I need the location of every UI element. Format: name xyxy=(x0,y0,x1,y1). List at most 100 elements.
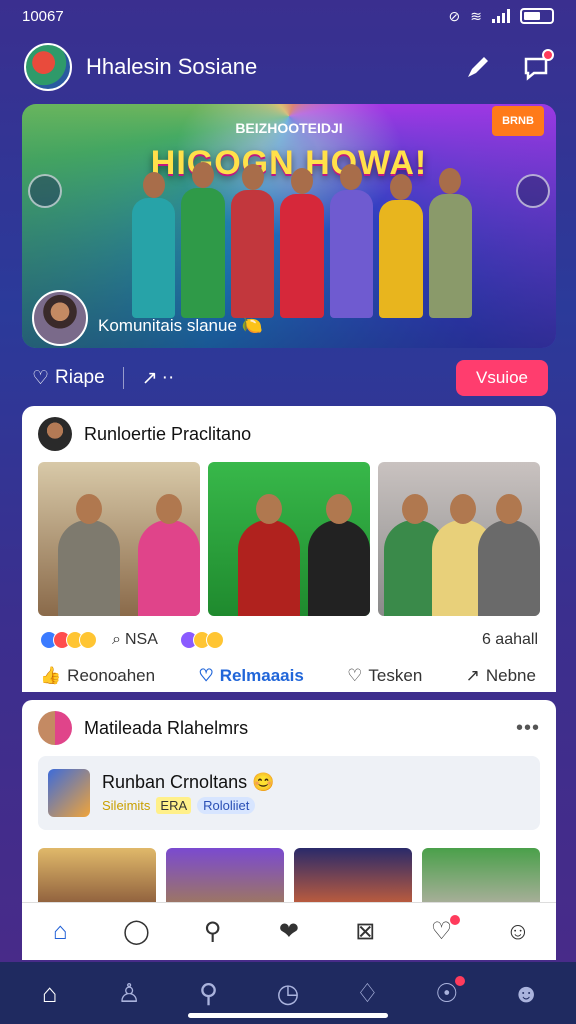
nav-search[interactable]: ⚲ xyxy=(189,978,229,1009)
post-thumbnail[interactable] xyxy=(294,848,412,908)
post-author[interactable]: Runloertie Praclitano xyxy=(84,424,251,445)
mute-icon: ⊘ xyxy=(448,7,461,24)
tab-home[interactable]: ⌂ xyxy=(40,918,80,946)
post-action-3[interactable]: ↗ Nebne xyxy=(466,666,536,686)
group-tags: Sileimits ERA Rololiiet xyxy=(102,797,275,814)
avatar[interactable] xyxy=(38,417,72,451)
heart-outline-icon: ♡ xyxy=(32,367,50,389)
post-photo[interactable] xyxy=(378,462,540,616)
thumbs-up-icon: 👍 xyxy=(40,666,62,685)
like-button[interactable]: ♡ Riape xyxy=(32,367,105,390)
post-photo[interactable] xyxy=(38,462,200,616)
post-thumbnail-strip xyxy=(22,830,556,908)
nav-profile[interactable]: ☻ xyxy=(506,978,546,1009)
post-header: Runloertie Praclitano xyxy=(22,406,556,462)
hero-avatar[interactable] xyxy=(32,290,88,346)
app-logo[interactable] xyxy=(24,43,72,91)
pen-icon xyxy=(468,57,488,77)
app-header: Hhalesin Sosiane xyxy=(0,38,576,96)
post-actions: 👍 Reonoahen ♡ Relmaaais ♡ Tesken ↗ Nebne xyxy=(22,654,556,686)
reaction-label: NSA xyxy=(124,631,158,648)
nav-history[interactable]: ◷ xyxy=(268,978,308,1009)
post-thumbnail[interactable] xyxy=(166,848,284,908)
reaction-count: 6 aahall xyxy=(481,631,538,648)
tab-search[interactable]: ⚲ xyxy=(193,917,233,946)
post-action-label: Relmaaais xyxy=(219,666,304,685)
cta-button[interactable]: Vsuioe xyxy=(456,360,548,396)
header-actions xyxy=(462,49,554,83)
group-tag: Rololiiet xyxy=(197,797,256,814)
home-indicator[interactable] xyxy=(188,1013,388,1018)
search-icon: ⚲ xyxy=(199,977,219,1008)
nav-people[interactable]: ♙ xyxy=(109,978,149,1009)
compose-button[interactable] xyxy=(462,51,494,83)
prev-arrow-icon[interactable] xyxy=(28,174,62,208)
status-icons: ⊘ ≋ xyxy=(449,8,554,25)
puzzle-icon: ⊠ xyxy=(355,918,376,945)
group-preview[interactable]: Runban Crnoltans 😊 Sileimits ERA Rololii… xyxy=(38,756,540,830)
hero-group-photo xyxy=(132,168,472,318)
signal-icon xyxy=(492,9,510,23)
next-arrow-icon[interactable] xyxy=(516,174,550,208)
search-icon: ⚲ xyxy=(203,918,222,945)
hero-person xyxy=(181,188,225,318)
reaction-emojis-icon[interactable] xyxy=(40,631,97,649)
post-action-0[interactable]: 👍 Reonoahen xyxy=(40,666,155,686)
post-photo[interactable] xyxy=(208,462,370,616)
messages-button[interactable] xyxy=(520,49,554,83)
reaction-summary: ⌕ NSA 6 aahall xyxy=(22,616,556,654)
post-action-label: Tesken xyxy=(368,666,423,685)
group-text: Runban Crnoltans 😊 Sileimits ERA Rololii… xyxy=(102,772,275,814)
tab-favorites[interactable]: ❤ xyxy=(269,917,309,946)
notification-dot xyxy=(542,49,554,61)
post-action-2[interactable]: ♡ Tesken xyxy=(347,666,422,686)
hero-subheadline: BEIZHOOTEIDJI xyxy=(235,120,343,136)
hero-person xyxy=(329,190,374,318)
tab-profile[interactable]: ☺ xyxy=(498,918,538,946)
group-tag: ERA xyxy=(156,797,192,814)
post-header: Matileada Rlahelmrs ••• xyxy=(22,700,556,756)
group-title: Runban Crnoltans 😊 xyxy=(102,772,275,792)
heart-icon: ♡ xyxy=(198,666,214,685)
post-thumbnail[interactable] xyxy=(38,848,156,908)
post-action-1[interactable]: ♡ Relmaaais xyxy=(198,666,303,686)
app-tab-bar: ⌂ ◯ ⚲ ❤ ⊠ ♡ ☺ xyxy=(22,902,556,960)
post-photo-gallery xyxy=(22,462,556,616)
status-bar: 10067 ⊘ ≋ xyxy=(0,0,576,32)
nav-bell[interactable]: ♢ xyxy=(347,978,387,1009)
tab-games[interactable]: ⊠ xyxy=(345,917,385,946)
like-label: Riape xyxy=(55,367,105,388)
photo-person xyxy=(138,520,200,616)
share-icon: ↗ xyxy=(141,367,158,389)
divider xyxy=(122,367,124,389)
nav-home[interactable]: ⌂ xyxy=(30,978,70,1009)
hero-person xyxy=(379,200,423,318)
tab-chat[interactable]: ◯ xyxy=(116,917,156,946)
heart-icon: ❤ xyxy=(278,918,300,945)
comment-icon: ⌕ xyxy=(112,631,121,648)
notification-dot xyxy=(454,975,465,986)
battery-icon xyxy=(520,8,554,24)
heart-outline-icon: ♡ xyxy=(347,666,363,685)
status-time: 10067 xyxy=(22,7,64,25)
share-button[interactable]: ↗ ·· xyxy=(142,367,175,390)
post-thumbnail[interactable] xyxy=(422,848,540,908)
clock-icon: ◷ xyxy=(276,977,300,1008)
post-author[interactable]: Matileada Rlahelmrs xyxy=(84,718,248,739)
system-bottom-nav: ⌂ ♙ ⚲ ◷ ♢ ☉ ☻ xyxy=(0,962,576,1024)
nav-alerts[interactable]: ☉ xyxy=(427,975,467,1009)
post-action-label: Reonoahen xyxy=(67,666,156,685)
reaction-emojis-icon[interactable] xyxy=(179,631,224,649)
group-tag: Sileimits xyxy=(102,798,151,813)
share-arrow-icon: ↗ xyxy=(465,666,480,685)
notification-dot xyxy=(449,915,460,925)
profile-icon: ☻ xyxy=(512,977,540,1008)
more-options-icon[interactable]: ••• xyxy=(516,717,540,740)
hero-banner[interactable]: BEIZHOOTEIDJI HIGOGN HOWA! BRNB Komunita… xyxy=(22,104,556,348)
home-icon: ⌂ xyxy=(41,977,58,1008)
app-title: Hhalesin Sosiane xyxy=(86,54,258,79)
tab-notifications[interactable]: ♡ xyxy=(422,915,462,946)
profile-icon: ☺ xyxy=(505,917,531,945)
hero-person xyxy=(280,194,324,318)
avatar[interactable] xyxy=(38,711,72,745)
